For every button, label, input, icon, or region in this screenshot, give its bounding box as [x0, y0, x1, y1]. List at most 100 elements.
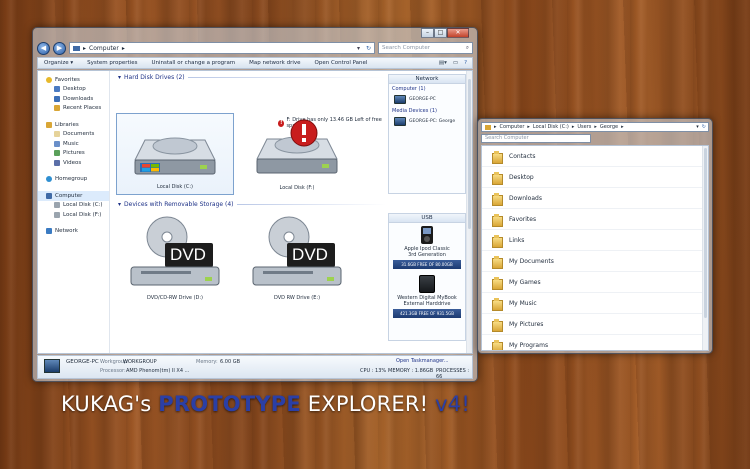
external-drive-icon [419, 275, 435, 293]
refresh-icon[interactable]: ↻ [702, 124, 708, 130]
nav-documents[interactable]: Documents [38, 130, 109, 140]
drive-local-disk-f[interactable]: Local Disk (F:) [238, 113, 356, 195]
minimize-button[interactable]: – [421, 28, 434, 38]
nav-music[interactable]: Music [38, 139, 109, 149]
drive-label: Local Disk (F:) [279, 185, 315, 191]
close-button[interactable]: ✕ [447, 28, 469, 38]
organize-button[interactable]: Organize ▾ [44, 60, 73, 66]
banner-title: KUKAG's PROTOTYPE EXPLORER! v4! [61, 392, 470, 416]
nav-videos[interactable]: Videos [38, 158, 109, 168]
list-item[interactable]: Desktop [482, 167, 708, 188]
chevron-right-icon: ▸ [83, 44, 87, 52]
content-area: ▾ Hard Disk Drives (2) ! F: Drive has only… [114, 71, 389, 353]
processor-value: AMD Phenom(tm) II X4 ... [126, 368, 190, 374]
view-options-icon[interactable]: ▤▾ [439, 60, 447, 66]
drive-dvd-cd-rw-d[interactable]: DVD DVD/CD-RW Drive (D:) [116, 213, 234, 305]
nav-libraries[interactable]: Libraries [38, 120, 109, 130]
nav-pictures[interactable]: Pictures [38, 149, 109, 159]
map-network-drive-button[interactable]: Map network drive [249, 60, 300, 66]
nav-computer[interactable]: Computer [38, 191, 109, 201]
navigation-bar: ◀ ▶ ▸ Computer ▸ ▾ ↻ Search Computer ⌕ [37, 40, 473, 56]
explorer-window-george: ▸ Computer ▸ Local Disk (C:) ▸ Users ▸ G… [477, 118, 713, 354]
usb-device-ipod[interactable]: Apple Ipod Classic 3rd Generation 31.6GB… [389, 226, 465, 269]
search-placeholder: Search Computer [382, 45, 430, 51]
list-item[interactable]: Favorites [482, 209, 708, 230]
list-item[interactable]: Contacts [482, 146, 708, 167]
details-pane: GEORGE-PC Workgroup: WORKGROUP Memory: 6… [37, 355, 473, 380]
nav-favorites[interactable]: Favorites [38, 75, 109, 85]
preview-pane-icon[interactable]: ▭ [453, 60, 458, 66]
memory-usage: MEMORY : 1.86GB [388, 368, 434, 374]
search-input[interactable]: Search Computer [481, 134, 591, 143]
nav-desktop[interactable]: Desktop [38, 85, 109, 95]
list-item[interactable]: Downloads [482, 188, 708, 209]
breadcrumb-local-disk[interactable]: Local Disk (C:) [533, 124, 569, 130]
usb-device-mybook[interactable]: Western Digital MyBook External Harddriv… [389, 275, 465, 318]
process-count: PROCESSES : 66 [436, 368, 470, 380]
list-item[interactable]: My Games [482, 272, 708, 293]
forward-arrow-icon[interactable]: ▶ [53, 41, 66, 55]
drive-icon [54, 202, 60, 209]
breadcrumb-computer[interactable]: Computer [500, 124, 525, 130]
network-icon [46, 228, 52, 235]
vertical-scrollbar[interactable] [466, 71, 472, 353]
list-item[interactable]: My Pictures [482, 314, 708, 335]
star-icon [46, 76, 52, 83]
list-item[interactable]: Links [482, 230, 708, 251]
refresh-icon[interactable]: ↻ [366, 45, 374, 52]
nav-network[interactable]: Network [38, 227, 109, 237]
chevron-down-icon[interactable]: ▾ [357, 45, 363, 52]
media-device-icon [394, 117, 406, 126]
chevron-down-icon: ▾ [118, 201, 122, 208]
workgroup-value: WORKGROUP [123, 359, 157, 365]
nav-local-disk-c[interactable]: Local Disk (C:) [38, 201, 109, 211]
scrollbar-thumb[interactable] [468, 79, 471, 229]
address-bar[interactable]: ▸ Computer ▸ Local Disk (C:) ▸ Users ▸ G… [481, 122, 709, 132]
nav-recent-places[interactable]: Recent Places [38, 104, 109, 114]
help-icon[interactable]: ? [464, 60, 467, 66]
links-folder-icon [492, 234, 503, 248]
uninstall-program-button[interactable]: Uninstall or change a program [151, 60, 235, 66]
hard-drive-icon [134, 137, 216, 175]
chevron-right-icon: ▸ [594, 124, 597, 130]
drive-label: Local Disk (C:) [157, 184, 193, 190]
group-header-removable[interactable]: ▾ Devices with Removable Storage (4) [118, 201, 386, 208]
maximize-button[interactable]: □ [434, 28, 447, 38]
open-control-panel-button[interactable]: Open Control Panel [315, 60, 368, 66]
processor-label: Processor: [100, 368, 126, 374]
music-icon [54, 140, 60, 147]
nav-downloads[interactable]: Downloads [38, 94, 109, 104]
open-taskmanager-link[interactable]: Open Taskmanager... [396, 358, 449, 364]
chevron-down-icon[interactable]: ▾ [696, 124, 699, 130]
computer-icon [44, 359, 60, 373]
drive-local-disk-c[interactable]: Local Disk (C:) [116, 113, 234, 195]
vertical-scrollbar[interactable] [702, 146, 708, 350]
nav-local-disk-f[interactable]: Local Disk (F:) [38, 210, 109, 220]
search-input[interactable]: Search Computer ⌕ [378, 42, 473, 54]
address-bar[interactable]: ▸ Computer ▸ ▾ ↻ [69, 42, 375, 54]
breadcrumb-users[interactable]: Users [577, 124, 591, 130]
list-item[interactable]: My Documents [482, 251, 708, 272]
memory-label: Memory: [196, 359, 218, 365]
list-item[interactable]: My Programs [482, 335, 708, 350]
main-pane: Favorites Desktop Downloads Recent Place… [37, 70, 473, 354]
folder-list: Contacts Desktop Downloads Favorites Lin… [481, 145, 709, 351]
documents-icon [54, 131, 60, 138]
nav-homegroup[interactable]: Homegroup [38, 175, 109, 185]
system-properties-button[interactable]: System properties [87, 60, 137, 66]
scrollbar-thumb[interactable] [704, 148, 707, 318]
command-toolbar: Organize ▾ System properties Uninstall o… [37, 57, 473, 69]
back-arrow-icon[interactable]: ◀ [37, 41, 50, 55]
pictures-folder-icon [492, 318, 503, 332]
drive-dvd-rw-e[interactable]: DVD DVD RW Drive (E:) [238, 213, 356, 305]
side-gadget-pane: Network Computer (1) GEORGE-PC Media Dev… [388, 71, 466, 353]
group-header-hard-disks[interactable]: ▾ Hard Disk Drives (2) [118, 74, 386, 81]
desktop-icon [54, 86, 60, 93]
list-item[interactable]: My Music [482, 293, 708, 314]
breadcrumb-george[interactable]: George [600, 124, 618, 130]
computer-icon [394, 95, 406, 104]
network-computer-item[interactable]: GEORGE-PC [389, 93, 465, 106]
network-computer-section: Computer (1) [392, 86, 426, 92]
network-media-item[interactable]: GEORGE-PC: George [389, 115, 465, 128]
computer-icon [73, 45, 80, 51]
